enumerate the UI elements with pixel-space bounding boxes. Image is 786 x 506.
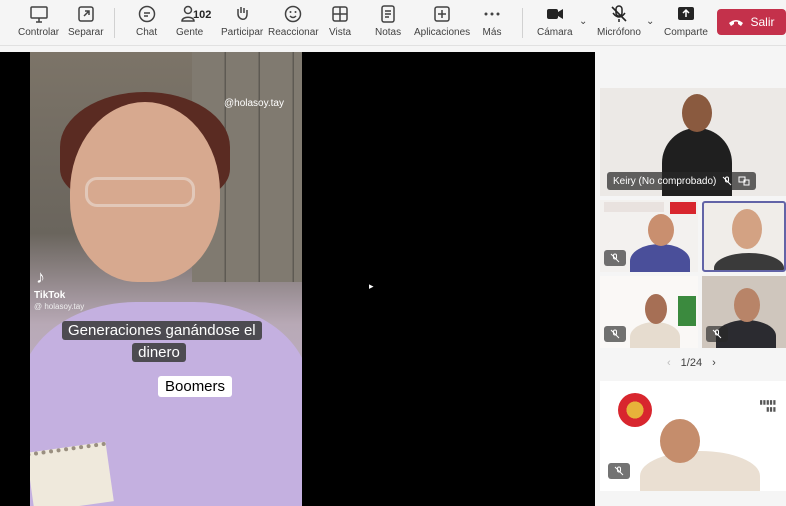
notas-button[interactable]: Notas bbox=[375, 4, 401, 44]
muted-chip bbox=[604, 326, 626, 342]
participant-face bbox=[682, 94, 712, 132]
participant-tile-bottom[interactable]: ▮▮▮▮▮ ▮▮▮ bbox=[600, 381, 786, 491]
participant-tile-active-speaker[interactable] bbox=[702, 201, 786, 272]
separar-label: Separar bbox=[68, 27, 104, 38]
shared-screen-stage: @holasoy.tay ♪ TikTok @ holasoy.tay Gene… bbox=[0, 52, 595, 506]
vista-label: Vista bbox=[329, 27, 352, 38]
shared-video: @holasoy.tay ♪ TikTok @ holasoy.tay Gene… bbox=[30, 52, 302, 506]
mic-off-icon bbox=[610, 329, 620, 339]
muted-chip bbox=[608, 463, 630, 479]
popout-icon bbox=[78, 6, 94, 22]
participar-label: Participar bbox=[221, 27, 264, 38]
mic-off-icon bbox=[611, 5, 627, 22]
participant-body bbox=[714, 253, 784, 270]
chat-icon bbox=[138, 5, 155, 23]
aplicaciones-button[interactable]: Aplicaciones bbox=[414, 4, 470, 44]
participar-button[interactable]: Participar bbox=[221, 4, 263, 44]
participant-body bbox=[630, 244, 690, 272]
page-indicator: 1/24 bbox=[680, 357, 703, 369]
participant-tile[interactable] bbox=[600, 200, 698, 272]
participant-tile[interactable] bbox=[600, 276, 698, 348]
more-icon bbox=[484, 12, 500, 16]
corner-logo: ▮▮▮▮▮ ▮▮▮ bbox=[759, 400, 776, 413]
microfono-label: Micrófono bbox=[597, 27, 641, 38]
tiktok-logo-icon: ♪ bbox=[36, 267, 45, 287]
meeting-toolbar: Controlar Separar Chat Gente 102 Partici… bbox=[0, 0, 786, 46]
separar-button[interactable]: Separar bbox=[68, 4, 104, 44]
pin-icon bbox=[738, 176, 750, 186]
featured-participant-tile[interactable]: Keiry (No comprobado) bbox=[600, 88, 786, 196]
camara-label: Cámara bbox=[537, 27, 573, 38]
participant-body bbox=[630, 322, 680, 348]
camara-button[interactable]: Cámara bbox=[537, 4, 573, 44]
comparte-button[interactable]: Comparte bbox=[664, 4, 708, 44]
chevron-left-icon[interactable]: ‹ bbox=[667, 357, 671, 369]
participant-count: 102 bbox=[193, 9, 212, 21]
mouse-cursor-icon: ▸ bbox=[369, 281, 374, 291]
notes-icon bbox=[381, 5, 395, 23]
notebook bbox=[30, 441, 114, 506]
aplicaciones-label: Aplicaciones bbox=[414, 27, 471, 38]
reaccionar-label: Reaccionar bbox=[268, 27, 319, 38]
muted-chip bbox=[604, 250, 626, 266]
smiley-icon bbox=[285, 5, 302, 23]
video-handle: @holasoy.tay bbox=[224, 98, 284, 109]
bac-logo bbox=[670, 202, 696, 214]
toolbar-divider bbox=[114, 8, 115, 38]
mic-off-icon bbox=[614, 466, 624, 476]
hang-up-icon bbox=[729, 20, 744, 26]
controlar-button[interactable]: Controlar bbox=[18, 4, 59, 44]
chevron-right-icon[interactable]: › bbox=[712, 357, 716, 369]
green-graphic bbox=[678, 296, 696, 326]
participant-name-label: Keiry (No comprobado) bbox=[607, 172, 757, 190]
cast-icon bbox=[29, 6, 48, 23]
camera-icon bbox=[546, 9, 563, 19]
caption-text: Generaciones ganándose el dinero bbox=[62, 321, 262, 362]
leave-label: Salir bbox=[750, 15, 775, 29]
gente-label: Gente bbox=[176, 27, 204, 38]
participant-face bbox=[660, 419, 700, 463]
vista-button[interactable]: Vista bbox=[329, 4, 351, 44]
controlar-label: Controlar bbox=[18, 27, 60, 38]
mas-button[interactable]: Más bbox=[482, 4, 502, 44]
chat-button[interactable]: Chat bbox=[136, 4, 157, 44]
participant-face bbox=[645, 294, 667, 324]
participant-tile[interactable] bbox=[702, 276, 786, 348]
notas-label: Notas bbox=[375, 27, 402, 38]
participant-face bbox=[734, 288, 760, 322]
mic-off-icon bbox=[712, 329, 722, 339]
tiktok-handle: @ holasoy.tay bbox=[34, 302, 85, 311]
comparte-label: Comparte bbox=[664, 27, 708, 38]
presenter-glasses bbox=[85, 177, 195, 207]
participant-body bbox=[640, 451, 760, 491]
mic-chevron-down-icon[interactable]: ⌄ bbox=[646, 16, 654, 27]
share-screen-icon bbox=[677, 7, 694, 20]
mic-off-icon bbox=[610, 253, 620, 263]
participant-face bbox=[732, 209, 762, 249]
toolbar-divider bbox=[522, 8, 523, 38]
bac-banner bbox=[604, 202, 664, 212]
flower-logo bbox=[618, 393, 652, 427]
mas-label: Más bbox=[482, 27, 502, 38]
caption-boomers: Boomers bbox=[158, 376, 233, 397]
tiktok-name: TikTok bbox=[34, 290, 66, 301]
muted-chip bbox=[706, 326, 728, 342]
add-apps-icon bbox=[434, 6, 450, 22]
grid-view-icon bbox=[332, 6, 348, 22]
reaccionar-button[interactable]: Reaccionar bbox=[268, 4, 319, 44]
microfono-button[interactable]: Micrófono bbox=[597, 4, 641, 44]
participant-name: Keiry (No comprobado) bbox=[613, 175, 717, 187]
mic-off-icon bbox=[723, 176, 732, 186]
participant-face bbox=[648, 214, 674, 246]
camera-chevron-down-icon[interactable]: ⌄ bbox=[579, 16, 587, 27]
participant-pager: ‹ 1/24 › bbox=[667, 357, 716, 369]
leave-button[interactable]: Salir bbox=[717, 9, 786, 35]
raise-hand-icon bbox=[237, 7, 248, 20]
chat-label: Chat bbox=[136, 27, 158, 38]
caption-generaciones: Generaciones ganándose el dinero bbox=[62, 320, 262, 364]
